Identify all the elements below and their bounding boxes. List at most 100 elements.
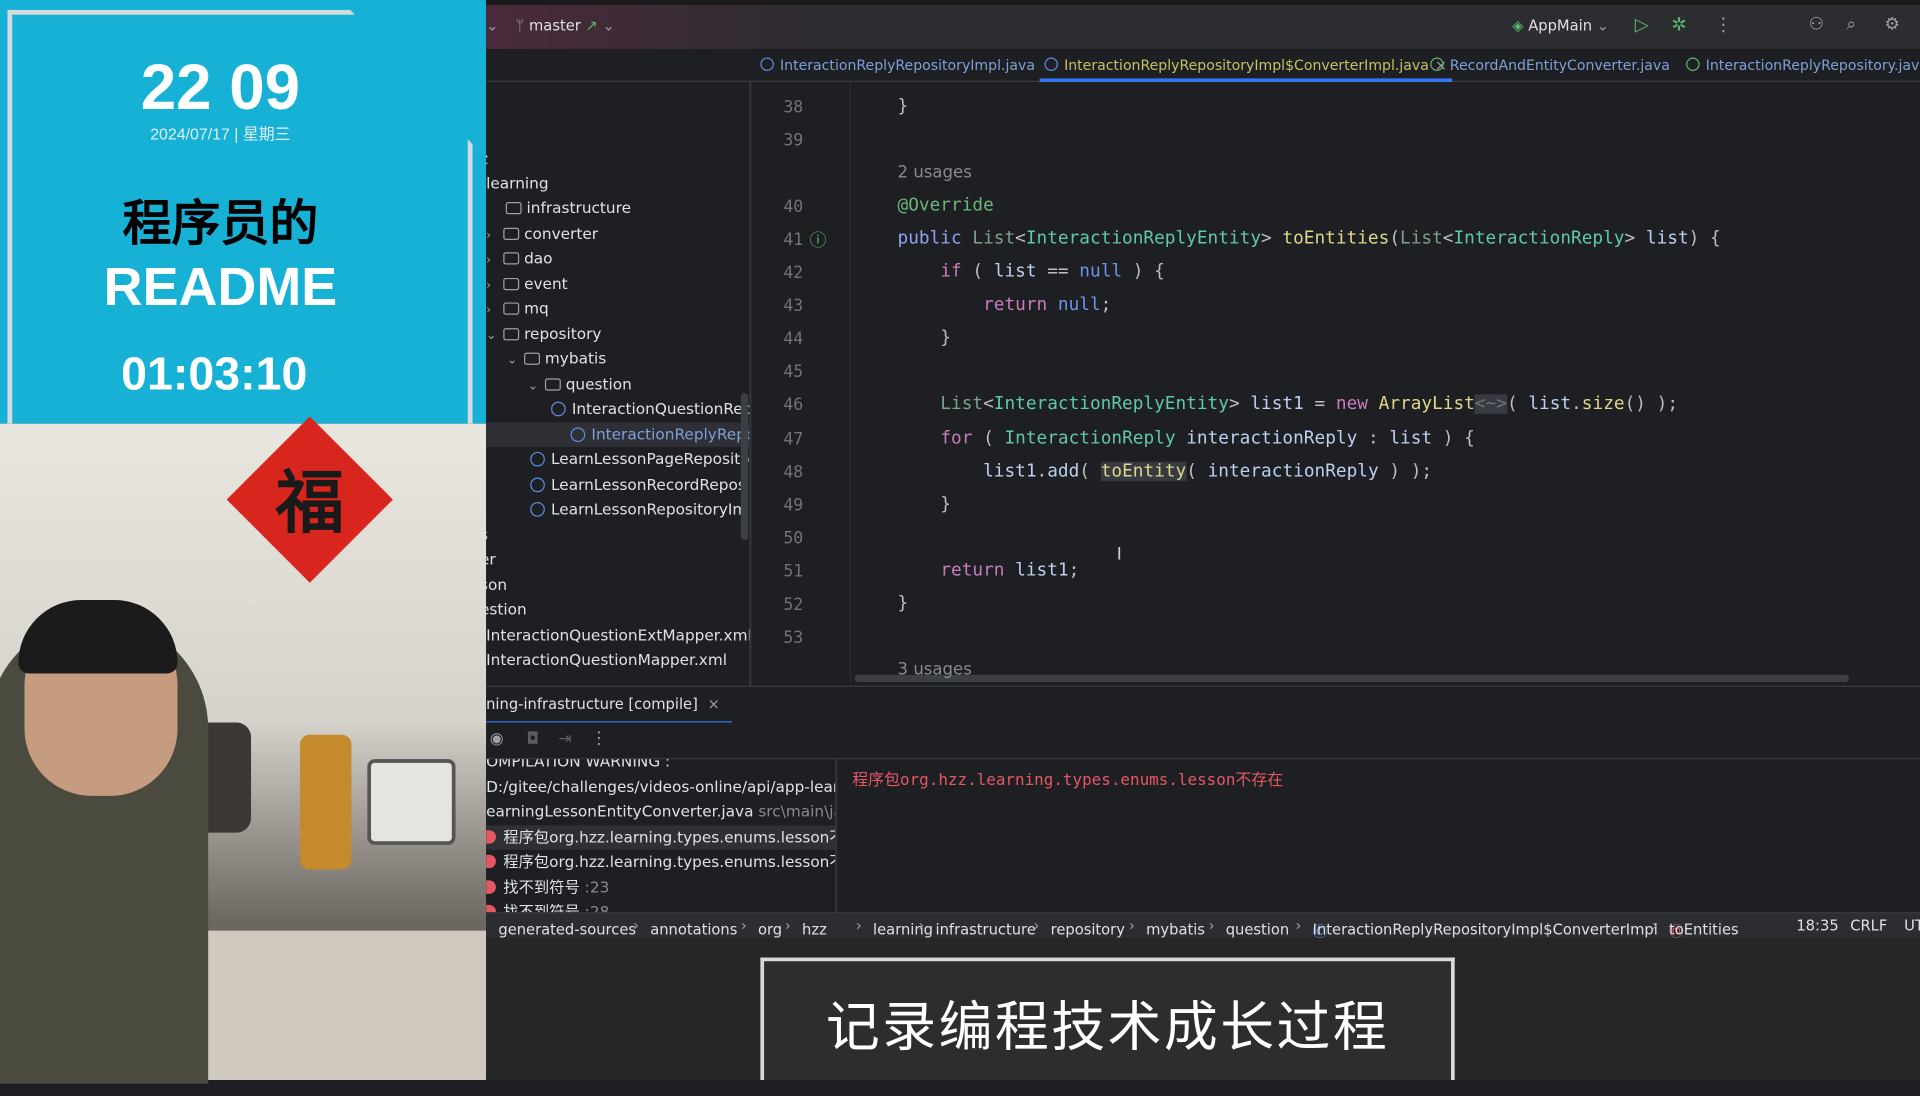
build-message[interactable]: 找不到符号 :28 — [486, 900, 609, 913]
folder-icon — [505, 202, 522, 215]
breadcrumb-separator-icon: › — [918, 917, 925, 935]
usages-hint[interactable]: 2 usages — [898, 163, 972, 183]
tree-item[interactable]: ⌄ repository — [486, 322, 601, 346]
run-icon[interactable]: ▷ — [1635, 13, 1649, 35]
code-line[interactable]: } — [898, 329, 951, 349]
code-token: return — [983, 295, 1048, 316]
code-token: < — [983, 394, 994, 415]
code-line[interactable]: @Override — [898, 196, 994, 216]
chevron-right-icon[interactable]: › — [486, 224, 503, 248]
screen: 22 09 2024/07/17 | 星期三 程序员的 README 01:03… — [0, 0, 1920, 1084]
build-message-text: OMPILATION WARNING : — [486, 759, 671, 771]
tree-item[interactable]: InteractionReplyReposi — [486, 422, 750, 447]
account-icon[interactable]: ⚇ — [1809, 15, 1824, 35]
build-message[interactable]: earningLessonEntityConverter.java src\ma… — [486, 800, 835, 824]
code-token: ) { — [1688, 229, 1721, 249]
usages-hint[interactable]: 3 usages — [898, 660, 972, 680]
chevron-down-icon[interactable]: ⌄ — [528, 375, 545, 399]
more-icon[interactable]: ⋮ — [590, 729, 607, 749]
chevron-down-icon[interactable]: ⌄ — [486, 324, 503, 348]
chevron-down-icon[interactable]: ⌄ — [486, 17, 498, 34]
text-cursor-icon: I — [1116, 544, 1122, 565]
tree-item-label: LearnLessonPageReposito — [551, 449, 750, 468]
debug-icon[interactable]: ✲ — [1671, 13, 1686, 35]
code-line[interactable]: list1.add( toEntity( interactionReply ) … — [898, 461, 1433, 481]
code-token: toEntities — [1282, 229, 1390, 249]
chevron-right-icon[interactable]: › — [486, 249, 503, 273]
tree-item[interactable]: › dao — [486, 246, 552, 270]
code-line[interactable]: return null; — [898, 295, 1111, 316]
code-line[interactable]: if ( list == null ) { — [898, 262, 1165, 282]
chevron-right-icon[interactable]: › — [486, 274, 503, 298]
build-message-text: 程序包org.hzz.learning.types.enums.lesson不存… — [503, 827, 835, 846]
tree-scrollbar[interactable] — [740, 393, 749, 541]
code-line[interactable]: List<InteractionReplyEntity> list1 = new… — [898, 394, 1678, 415]
chevron-down-icon[interactable]: ⌄ — [507, 349, 524, 373]
tab-record-and-entity-converter[interactable]: RecordAndEntityConverter.java — [1430, 49, 1670, 82]
tree-item[interactable]: ⌄ question — [528, 372, 632, 396]
tree-item[interactable]: InteractionQuestionMapper.xml — [486, 648, 727, 672]
tree-item[interactable]: LearnLessonPageReposito — [530, 447, 749, 471]
build-message[interactable]: OMPILATION WARNING : — [486, 759, 670, 774]
build-message[interactable]: 程序包org.hzz.learning.types.enums.lesson不存… — [486, 824, 836, 850]
status-encoding[interactable]: UT — [1904, 917, 1920, 934]
code-line[interactable]: for ( InteractionReply interactionReply … — [898, 428, 1475, 448]
export-icon[interactable]: ⇥ — [558, 730, 571, 748]
code-line[interactable]: } — [898, 594, 909, 614]
code-editor[interactable]: I 38} 39 2 usages 40 @Override 41 ⓘ public List… — [751, 82, 1920, 686]
search-icon[interactable]: ⌕ — [1847, 15, 1857, 35]
build-message[interactable]: 程序包org.hzz.learning.types.enums.lesson不存… — [486, 850, 835, 874]
build-message-location: :23 — [579, 877, 610, 896]
code-line[interactable]: return list1; — [898, 560, 1079, 580]
tree-item[interactable]: z — [486, 147, 488, 171]
code-token: < — [1442, 229, 1454, 249]
code-token: List — [1400, 229, 1443, 249]
branch-selector[interactable]: ᛘ master ↗ ⌄ — [516, 17, 615, 34]
eye-icon[interactable]: ◉ — [490, 730, 504, 748]
tree-item[interactable]: infrastructure — [505, 196, 631, 220]
code-token: ) ); — [1378, 461, 1433, 481]
camera-icon[interactable]: ◘ — [527, 730, 540, 748]
build-message-location: src\main\java\ — [758, 802, 835, 821]
tab-converter-impl[interactable]: InteractionReplyRepositoryImpl$Converter… — [1039, 49, 1452, 83]
tree-item[interactable]: ⌄ mybatis — [507, 347, 606, 371]
tree-item[interactable]: LearnLessonRepositoryIm — [530, 497, 747, 521]
status-line-sep[interactable]: CRLF — [1850, 917, 1887, 934]
code-token: < — [1015, 229, 1026, 249]
run-config-selector[interactable]: ◈ AppMain ⌄ — [1512, 17, 1609, 34]
code-token: @Override — [897, 196, 994, 216]
settings-icon[interactable]: ⚙ — [1884, 15, 1899, 35]
tree-item[interactable]: › mq — [486, 296, 549, 320]
more-icon[interactable]: ⋮ — [1714, 13, 1732, 35]
error-icon — [486, 854, 496, 869]
code-line[interactable]: } — [898, 494, 951, 514]
horizontal-scrollbar[interactable] — [854, 674, 1849, 683]
tree-item[interactable]: learning — [486, 171, 548, 195]
tree-item-label: estion — [486, 600, 527, 619]
build-message[interactable]: 找不到符号 :23 — [486, 875, 609, 899]
tree-item[interactable]: InteractionQuestionRep — [551, 397, 749, 421]
tab-interaction-reply-repository[interactable]: InteractionReplyRepository.java — [1686, 49, 1920, 82]
code-line[interactable]: public List<InteractionReplyEntity> toEn… — [898, 229, 1721, 249]
class-icon — [551, 401, 566, 417]
chevron-down-icon: ⌄ — [1592, 17, 1609, 35]
tab-build-compile[interactable]: ning-infrastructure [compile] × — [486, 687, 733, 724]
tree-item[interactable]: › event — [486, 272, 568, 296]
tree-item[interactable]: er — [486, 547, 496, 571]
close-tab-icon[interactable]: × — [708, 696, 720, 713]
tree-item-label: InteractionQuestionMapper.xml — [486, 650, 728, 669]
status-position[interactable]: 18:35 — [1796, 917, 1838, 934]
tree-item[interactable]: InteractionQuestionExtMapper.xml — [486, 623, 749, 647]
tree-item[interactable]: › converter — [486, 222, 598, 246]
tree-item[interactable]: LearnLessonRecordRepos — [530, 473, 746, 497]
chevron-right-icon[interactable]: › — [486, 299, 503, 323]
tab-interaction-reply-repository-impl[interactable]: InteractionReplyRepositoryImpl.java — [760, 49, 1035, 82]
build-message[interactable]: D:/gitee/challenges/videos-online/api/ap… — [486, 774, 835, 798]
tree-item[interactable]: s — [486, 523, 488, 547]
speaker-box — [367, 759, 456, 845]
implements-gutter-icon[interactable]: ⓘ — [809, 228, 826, 252]
tree-item[interactable]: estion — [486, 598, 527, 622]
code-line[interactable]: } — [898, 97, 909, 117]
tree-item[interactable]: son — [486, 573, 507, 597]
